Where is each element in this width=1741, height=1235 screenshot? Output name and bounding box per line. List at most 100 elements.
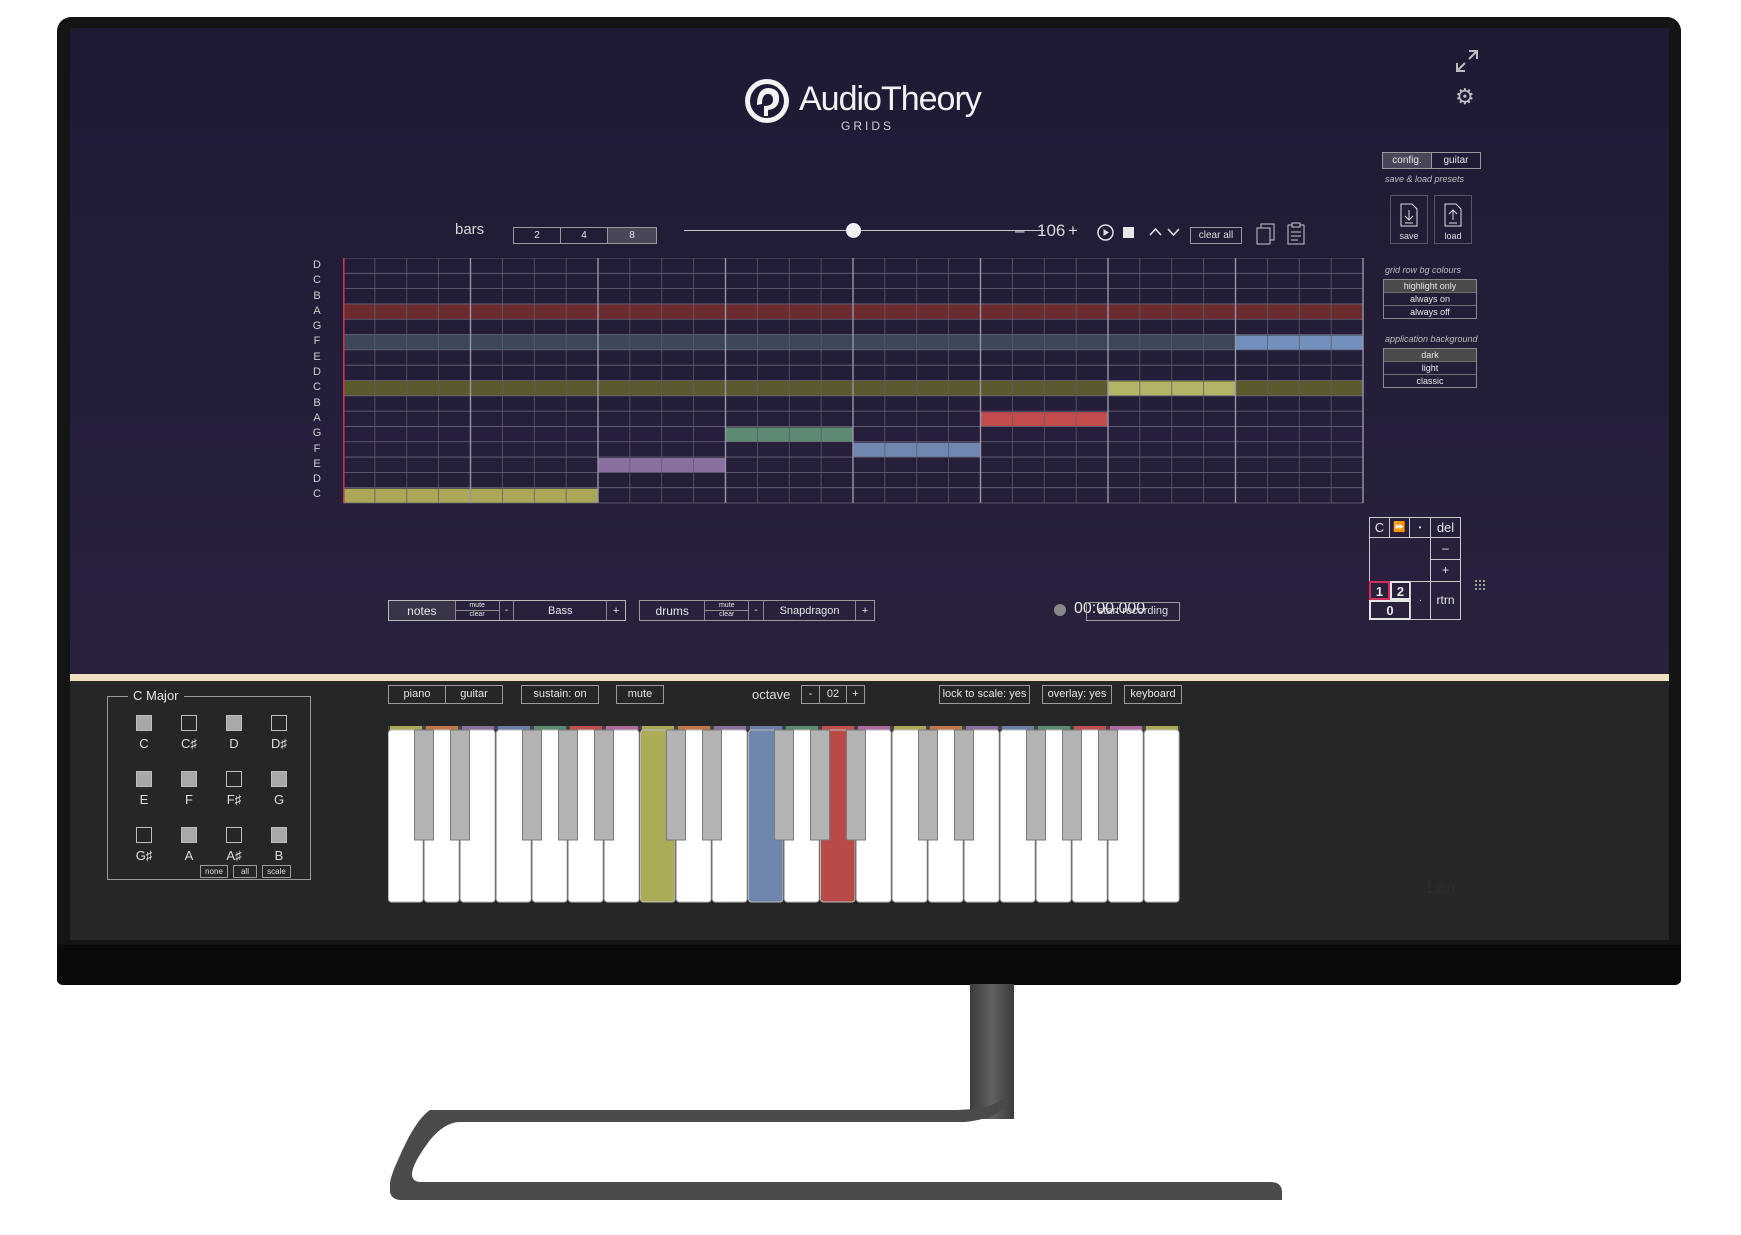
overlay-toggle-button[interactable]: overlay: yes (1042, 685, 1112, 704)
drums-track-tab[interactable]: drums (640, 601, 706, 620)
fullscreen-icon[interactable] (1454, 48, 1480, 81)
tempo-slider-knob[interactable] (846, 223, 861, 238)
scale-note-toggle[interactable]: D♯ (257, 715, 301, 759)
keypad-2[interactable]: 2 (1390, 581, 1411, 600)
keypad-fast-forward-icon[interactable]: ⏩ (1389, 517, 1410, 538)
keypad-plus[interactable]: + (1430, 559, 1461, 582)
drums-kit-next[interactable]: + (856, 601, 874, 620)
scale-none-button[interactable]: none (200, 865, 228, 878)
start-recording-button[interactable]: start recording (1086, 602, 1180, 621)
black-key[interactable] (450, 729, 470, 841)
scale-note-toggle[interactable]: G (257, 771, 301, 815)
black-key[interactable] (594, 729, 614, 841)
scale-note-toggle[interactable]: E (122, 771, 166, 815)
black-key[interactable] (1098, 729, 1118, 841)
scale-note-checkbox[interactable] (181, 771, 197, 787)
drums-mute-button[interactable]: mute (705, 602, 749, 611)
octave-stepper[interactable]: - 02 + (801, 685, 865, 704)
option-light[interactable]: light (1384, 362, 1476, 375)
grid-menu-icon[interactable] (1475, 580, 1485, 590)
scale-note-toggle[interactable]: G♯ (122, 827, 166, 871)
scale-note-toggle[interactable]: C (122, 715, 166, 759)
keypad-del[interactable]: del (1430, 517, 1461, 538)
sustain-toggle-button[interactable]: sustain: on (521, 685, 599, 704)
tempo-plus-button[interactable]: + (1068, 221, 1078, 241)
scale-note-checkbox[interactable] (181, 827, 197, 843)
piano-toggle-button[interactable]: piano (389, 686, 446, 703)
scale-note-checkbox[interactable] (226, 827, 242, 843)
keypad-dot[interactable]: · (1410, 581, 1431, 620)
piano-keyboard[interactable] (388, 726, 1181, 904)
copy-icon[interactable] (1256, 223, 1276, 245)
keypad-rtrn[interactable]: rtrn (1430, 581, 1461, 620)
black-key[interactable] (558, 729, 578, 841)
black-key[interactable] (810, 729, 830, 841)
black-key[interactable] (1026, 729, 1046, 841)
black-key[interactable] (774, 729, 794, 841)
tab-guitar[interactable]: guitar (1432, 153, 1480, 168)
bars-option-2[interactable]: 2 (514, 228, 561, 243)
notes-instrument-next[interactable]: + (607, 601, 625, 620)
white-key[interactable] (1144, 729, 1180, 903)
scale-scale-button[interactable]: scale (262, 865, 291, 878)
save-preset-button[interactable]: save (1390, 195, 1428, 244)
scale-note-checkbox[interactable] (271, 771, 287, 787)
scale-note-checkbox[interactable] (181, 715, 197, 731)
scale-note-checkbox[interactable] (271, 827, 287, 843)
scale-note-toggle[interactable]: D (212, 715, 256, 759)
note-grid[interactable] (343, 258, 1365, 504)
black-key[interactable] (702, 729, 722, 841)
black-key[interactable] (522, 729, 542, 841)
drums-kit-prev[interactable]: - (749, 601, 764, 620)
notes-instrument-prev[interactable]: - (500, 601, 515, 620)
play-icon[interactable] (1097, 224, 1114, 241)
option-highlight-only[interactable]: highlight only (1384, 280, 1476, 293)
bars-option-8[interactable]: 8 (608, 228, 656, 243)
octave-minus-button[interactable]: - (802, 686, 820, 703)
lock-to-scale-button[interactable]: lock to scale: yes (939, 685, 1030, 704)
keypad-minus[interactable]: – (1430, 537, 1461, 560)
paste-icon[interactable] (1286, 222, 1306, 245)
scale-all-button[interactable]: all (233, 865, 257, 878)
black-key[interactable] (918, 729, 938, 841)
scale-note-checkbox[interactable] (136, 827, 152, 843)
black-key[interactable] (414, 729, 434, 841)
bars-option-4[interactable]: 4 (561, 228, 608, 243)
option-classic[interactable]: classic (1384, 375, 1476, 387)
scale-note-toggle[interactable]: C♯ (167, 715, 211, 759)
black-key[interactable] (666, 729, 686, 841)
option-always-on[interactable]: always on (1384, 293, 1476, 306)
guitar-toggle-button[interactable]: guitar (446, 686, 502, 703)
scale-note-checkbox[interactable] (226, 771, 242, 787)
tempo-slider-track[interactable] (684, 230, 1044, 231)
scale-note-checkbox[interactable] (136, 771, 152, 787)
option-always-off[interactable]: always off (1384, 306, 1476, 318)
keypad-0[interactable]: 0 (1369, 600, 1411, 620)
load-preset-button[interactable]: load (1434, 195, 1472, 244)
scale-note-checkbox[interactable] (271, 715, 287, 731)
app-background-selector[interactable]: dark light classic (1383, 348, 1477, 388)
black-key[interactable] (1062, 729, 1082, 841)
keypad-c[interactable]: C (1369, 517, 1390, 538)
scale-note-checkbox[interactable] (136, 715, 152, 731)
chevron-down-icon[interactable] (1167, 227, 1180, 237)
keypad-1[interactable]: 1 (1369, 581, 1390, 600)
drums-mute-clear[interactable]: mute clear (705, 601, 750, 620)
scale-note-toggle[interactable]: F (167, 771, 211, 815)
notes-track-tab[interactable]: notes (389, 601, 456, 620)
black-key[interactable] (846, 729, 866, 841)
octave-plus-button[interactable]: + (847, 686, 864, 703)
grid-row-colours-selector[interactable]: highlight only always on always off (1383, 279, 1477, 319)
option-dark[interactable]: dark (1384, 349, 1476, 362)
side-panel-tabs[interactable]: config. guitar (1382, 152, 1481, 169)
stop-icon[interactable] (1123, 227, 1134, 238)
notes-clear-button[interactable]: clear (456, 611, 499, 619)
black-key[interactable] (954, 729, 974, 841)
clear-all-button[interactable]: clear all (1190, 227, 1242, 244)
notes-mute-clear[interactable]: mute clear (455, 601, 500, 620)
scale-note-checkbox[interactable] (226, 715, 242, 731)
tempo-minus-button[interactable]: – (1015, 221, 1024, 241)
chevron-up-icon[interactable] (1149, 227, 1162, 237)
tab-config[interactable]: config. (1383, 153, 1432, 168)
instrument-toggle[interactable]: piano guitar (388, 685, 503, 704)
